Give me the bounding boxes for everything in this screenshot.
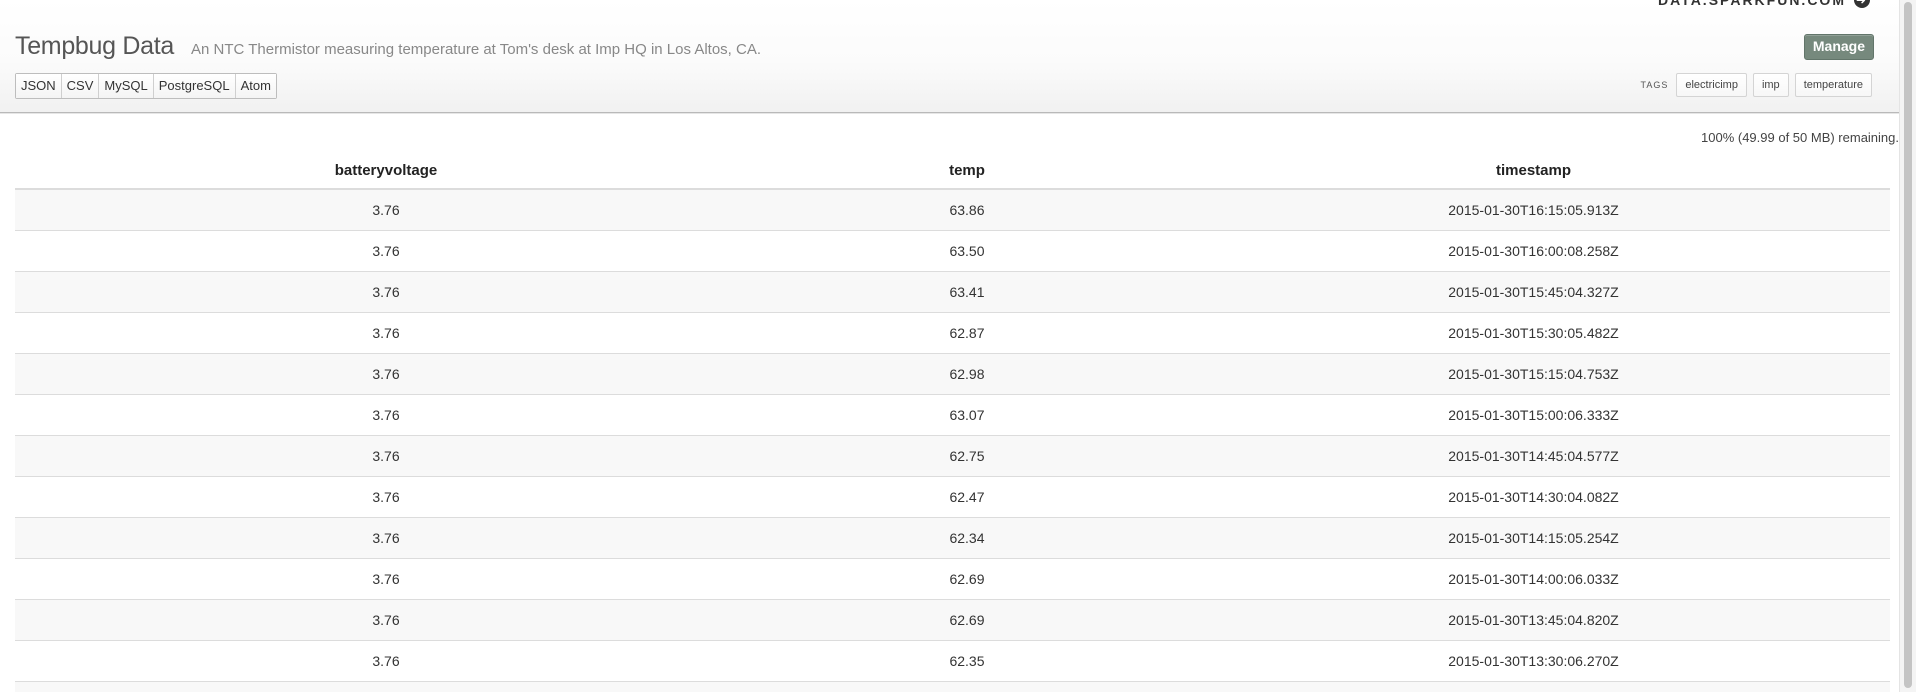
cell-timestamp: 2015-01-30T16:00:08.258Z [1177, 230, 1890, 272]
cell-timestamp: 2015-01-30T14:00:06.033Z [1177, 558, 1890, 600]
format-postgresql-button[interactable]: PostgreSQL [153, 74, 236, 98]
cell-timestamp: 2015-01-30T14:30:04.082Z [1177, 476, 1890, 518]
cell-temp: 63.41 [757, 271, 1177, 313]
data-table-container: batteryvoltage temp timestamp 3.76 63.86 2… [15, 152, 1890, 692]
cell-temp: 62.34 [757, 517, 1177, 559]
cell-batteryvoltage: 3.76 [15, 312, 757, 354]
cell-batteryvoltage: 3.76 [15, 230, 757, 272]
table-header-row: batteryvoltage temp timestamp [15, 152, 1890, 190]
manage-button[interactable]: Manage [1803, 34, 1874, 60]
stream-header: DATA.SPARKFUN.COM ➜ Tempbug Data An NTC … [0, 0, 1900, 113]
cell-timestamp: 2015-01-30T13:45:04.820Z [1177, 599, 1890, 641]
cell-temp: 62.35 [757, 640, 1177, 682]
table-row: 3.7662.682015-01-30T13:15:05.202Z [15, 681, 1890, 692]
table-row: 3.76 62.87 2015-01-30T15:30:05.482Z [15, 312, 1890, 354]
cell-timestamp: 2015-01-30T15:30:05.482Z [1177, 312, 1890, 354]
cell-batteryvoltage: 3.76 [15, 599, 757, 641]
cell-temp: 63.50 [757, 230, 1177, 272]
table-row: 3.76 63.86 2015-01-30T16:15:05.913Z [15, 189, 1890, 231]
cell-timestamp: 2015-01-30T15:15:04.753Z [1177, 353, 1890, 395]
cell-temp: 63.86 [757, 189, 1177, 231]
table-row: 3.76 62.75 2015-01-30T14:45:04.577Z [15, 435, 1890, 477]
cell-temp: 62.75 [757, 435, 1177, 477]
cell-temp: 63.07 [757, 394, 1177, 436]
site-brand-link[interactable]: DATA.SPARKFUN.COM ➜ [1658, 0, 1870, 8]
column-header-temp: temp [757, 152, 1177, 190]
data-table: batteryvoltage temp timestamp 3.76 63.86 2… [15, 152, 1890, 692]
cell-temp: 62.69 [757, 599, 1177, 641]
cell-timestamp: 2015-01-30T16:15:05.913Z [1177, 189, 1890, 231]
stream-description: An NTC Thermistor measuring temperature … [191, 41, 762, 58]
cell-timestamp: 2015-01-30T14:15:05.254Z [1177, 517, 1890, 559]
cell-timestamp: 2015-01-30T15:00:06.333Z [1177, 394, 1890, 436]
table-body: 3.76 63.86 2015-01-30T16:15:05.913Z 3.76 63.… [15, 189, 1890, 692]
column-header-batteryvoltage: batteryvoltage [15, 152, 757, 190]
export-format-group: JSON CSV MySQL PostgreSQL Atom [15, 73, 277, 99]
cell-timestamp: 2015-01-30T13:30:06.270Z [1177, 640, 1890, 682]
cell-temp: 62.69 [757, 558, 1177, 600]
table-row: 3.76 62.98 2015-01-30T15:15:04.753Z [15, 353, 1890, 395]
cell-batteryvoltage: 3.76 [15, 189, 757, 231]
cell-batteryvoltage: 3.76 [15, 271, 757, 313]
table-row: 3.76 62.34 2015-01-30T14:15:05.254Z [15, 517, 1890, 559]
table-row: 3.76 63.41 2015-01-30T15:45:04.327Z [15, 271, 1890, 313]
cell-batteryvoltage: 3.76 [15, 476, 757, 518]
title-row: Tempbug Data An NTC Thermistor measuring… [15, 32, 761, 61]
cell-batteryvoltage: 3.76 [15, 394, 757, 436]
page-scrollbar[interactable] [1899, 0, 1916, 692]
table-row: 3.76 62.47 2015-01-30T14:30:04.082Z [15, 476, 1890, 518]
table-row: 3.76 62.69 2015-01-30T14:00:06.033Z [15, 558, 1890, 600]
cell-batteryvoltage: 3.76 [15, 517, 757, 559]
cell-timestamp: 2015-01-30T14:45:04.577Z [1177, 435, 1890, 477]
cell-batteryvoltage: 3.76 [15, 681, 757, 692]
table-row: 3.76 63.50 2015-01-30T16:00:08.258Z [15, 230, 1890, 272]
storage-quota: 100% (49.99 of 50 MB) remaining. [1701, 130, 1899, 145]
tag-electricimp[interactable]: electricimp [1676, 73, 1747, 97]
scrollbar-thumb[interactable] [1904, 2, 1912, 688]
cell-temp: 62.87 [757, 312, 1177, 354]
brand-label: DATA.SPARKFUN.COM [1658, 0, 1846, 8]
stream-title: Tempbug Data [15, 32, 174, 60]
table-row: 3.76 63.07 2015-01-30T15:00:06.333Z [15, 394, 1890, 436]
tag-temperature[interactable]: temperature [1794, 73, 1872, 97]
table-row: 3.76 62.69 2015-01-30T13:45:04.820Z [15, 599, 1890, 641]
cell-temp: 62.68 [757, 681, 1177, 692]
cell-timestamp: 2015-01-30T13:15:05.202Z [1177, 681, 1890, 692]
cell-batteryvoltage: 3.76 [15, 435, 757, 477]
cell-timestamp: 2015-01-30T15:45:04.327Z [1177, 271, 1890, 313]
tag-list: TAGS electricimp imp temperature [1641, 73, 1872, 97]
cell-batteryvoltage: 3.76 [15, 558, 757, 600]
table-row: 3.76 62.35 2015-01-30T13:30:06.270Z [15, 640, 1890, 682]
tag-imp[interactable]: imp [1752, 73, 1789, 97]
format-atom-button[interactable]: Atom [235, 74, 276, 98]
cell-batteryvoltage: 3.76 [15, 353, 757, 395]
cell-temp: 62.47 [757, 476, 1177, 518]
arrow-circle-icon: ➜ [1854, 0, 1870, 8]
format-json-button[interactable]: JSON [16, 74, 62, 98]
format-csv-button[interactable]: CSV [61, 74, 100, 98]
format-mysql-button[interactable]: MySQL [99, 74, 154, 98]
cell-batteryvoltage: 3.76 [15, 640, 757, 682]
cell-temp: 62.98 [757, 353, 1177, 395]
page: DATA.SPARKFUN.COM ➜ Tempbug Data An NTC … [0, 0, 1916, 692]
column-header-timestamp: timestamp [1177, 152, 1890, 190]
tags-label: TAGS [1640, 80, 1669, 90]
